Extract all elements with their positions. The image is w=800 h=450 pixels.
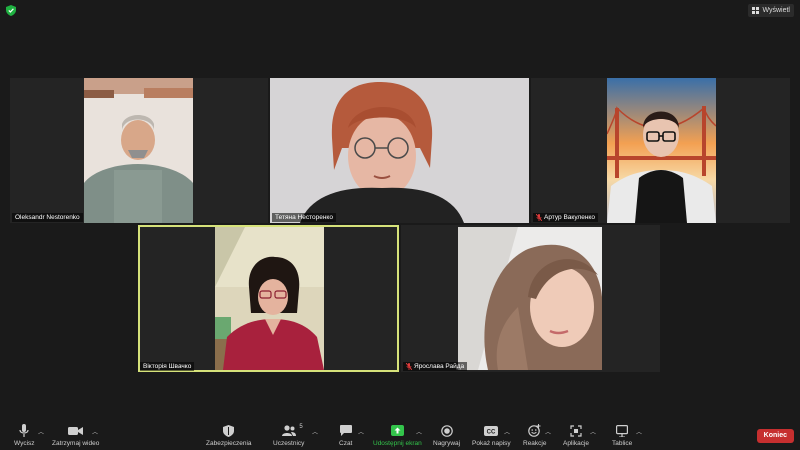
participant-tile-1[interactable]: Oleksandr Nestorenko bbox=[10, 78, 268, 223]
participant-tile-5[interactable]: Ярослава Райда bbox=[401, 225, 660, 372]
reactions-button[interactable]: Reakcje bbox=[523, 424, 546, 447]
security-button-label: Zabezpieczenia bbox=[206, 440, 252, 447]
mute-button-label: Wycisz bbox=[14, 440, 35, 447]
share-screen-icon bbox=[390, 424, 404, 437]
share-options-chevron-icon[interactable]: ︿ bbox=[416, 427, 422, 436]
chat-options-chevron-icon[interactable]: ︿ bbox=[358, 427, 364, 436]
whiteboards-button-label: Tablice bbox=[612, 440, 633, 447]
video-camera-icon bbox=[68, 424, 84, 437]
emoji-reaction-icon bbox=[528, 424, 541, 437]
apps-options-chevron-icon[interactable]: ︿ bbox=[590, 427, 596, 436]
mute-options-chevron-icon[interactable]: ︿ bbox=[38, 427, 44, 436]
participants-count: 5 bbox=[299, 424, 303, 430]
participant-video-2 bbox=[270, 78, 529, 223]
meeting-toolbar: Wycisz ︿ Zatrzymaj wideo ︿ Zabezpieczeni… bbox=[0, 418, 800, 450]
grid-view-icon bbox=[752, 7, 760, 14]
participants-options-chevron-icon[interactable]: ︿ bbox=[312, 427, 318, 436]
participant-tile-4[interactable]: Вікторія Швачко bbox=[138, 225, 399, 372]
record-button-label: Nagrywaj bbox=[433, 440, 461, 447]
participant-name: Oleksandr Nestorenko bbox=[15, 214, 80, 221]
participant-name-tag: Вікторія Швачко bbox=[140, 362, 195, 371]
reactions-options-chevron-icon[interactable]: ︿ bbox=[545, 427, 551, 436]
share-screen-button-label: Udostępnij ekran bbox=[373, 440, 422, 447]
end-meeting-button[interactable]: Koniec bbox=[756, 429, 794, 443]
record-button[interactable]: Nagrywaj bbox=[433, 424, 460, 447]
video-options-chevron-icon[interactable]: ︿ bbox=[92, 427, 98, 436]
participant-video-1 bbox=[84, 78, 193, 223]
apps-button[interactable]: Aplikacje bbox=[563, 424, 589, 447]
participant-video-5 bbox=[458, 227, 602, 370]
svg-text:CC: CC bbox=[487, 429, 496, 435]
apps-button-label: Aplikacje bbox=[563, 440, 590, 447]
participant-name: Тетяна Несторенко bbox=[275, 214, 333, 221]
participant-name-tag: Тетяна Несторенко bbox=[272, 213, 336, 222]
participant-name: Ярослава Райда bbox=[414, 363, 465, 370]
participants-icon: 5 bbox=[281, 424, 303, 437]
captions-button-label: Pokaż napisy bbox=[472, 440, 511, 447]
share-screen-button[interactable]: Udostępnij ekran bbox=[373, 424, 422, 447]
shield-icon bbox=[223, 424, 235, 437]
security-shield-icon[interactable] bbox=[6, 5, 16, 16]
participants-button-label: Uczestnicy bbox=[273, 440, 305, 447]
microphone-icon bbox=[19, 424, 29, 437]
record-icon bbox=[440, 424, 453, 437]
chat-button[interactable]: Czat bbox=[339, 424, 352, 447]
participant-name: Артур Вакуленко bbox=[544, 214, 595, 221]
reactions-button-label: Reakcje bbox=[523, 440, 547, 447]
muted-mic-icon bbox=[536, 214, 542, 221]
participant-name-tag: Ярослава Райда bbox=[403, 362, 468, 371]
muted-mic-icon bbox=[406, 363, 412, 370]
whiteboard-icon bbox=[616, 424, 629, 437]
mute-button[interactable]: Wycisz bbox=[14, 424, 35, 447]
participant-video-3 bbox=[607, 78, 716, 223]
top-bar: Wyświetl bbox=[0, 0, 800, 22]
participant-video-4 bbox=[215, 227, 324, 370]
whiteboards-button[interactable]: Tablice bbox=[612, 424, 632, 447]
apps-icon bbox=[570, 424, 582, 437]
participant-name: Вікторія Швачко bbox=[143, 363, 192, 370]
stop-video-button-label: Zatrzymaj wideo bbox=[52, 440, 100, 447]
participant-name-tag: Артур Вакуленко bbox=[533, 213, 598, 222]
closed-captions-icon: CC bbox=[484, 424, 499, 437]
chat-bubble-icon bbox=[339, 424, 352, 437]
participants-button[interactable]: 5 Uczestnicy bbox=[273, 424, 304, 447]
participant-tile-3[interactable]: Артур Вакуленко bbox=[531, 78, 790, 223]
view-button-label: Wyświetl bbox=[762, 7, 790, 14]
view-button[interactable]: Wyświetl bbox=[748, 4, 794, 17]
chat-button-label: Czat bbox=[339, 440, 353, 447]
whiteboards-options-chevron-icon[interactable]: ︿ bbox=[636, 427, 642, 436]
security-button[interactable]: Zabezpieczenia bbox=[206, 424, 252, 447]
participant-name-tag: Oleksandr Nestorenko bbox=[12, 213, 83, 222]
captions-options-chevron-icon[interactable]: ︿ bbox=[504, 427, 510, 436]
participant-tile-2[interactable]: Тетяна Несторенко bbox=[270, 78, 529, 223]
